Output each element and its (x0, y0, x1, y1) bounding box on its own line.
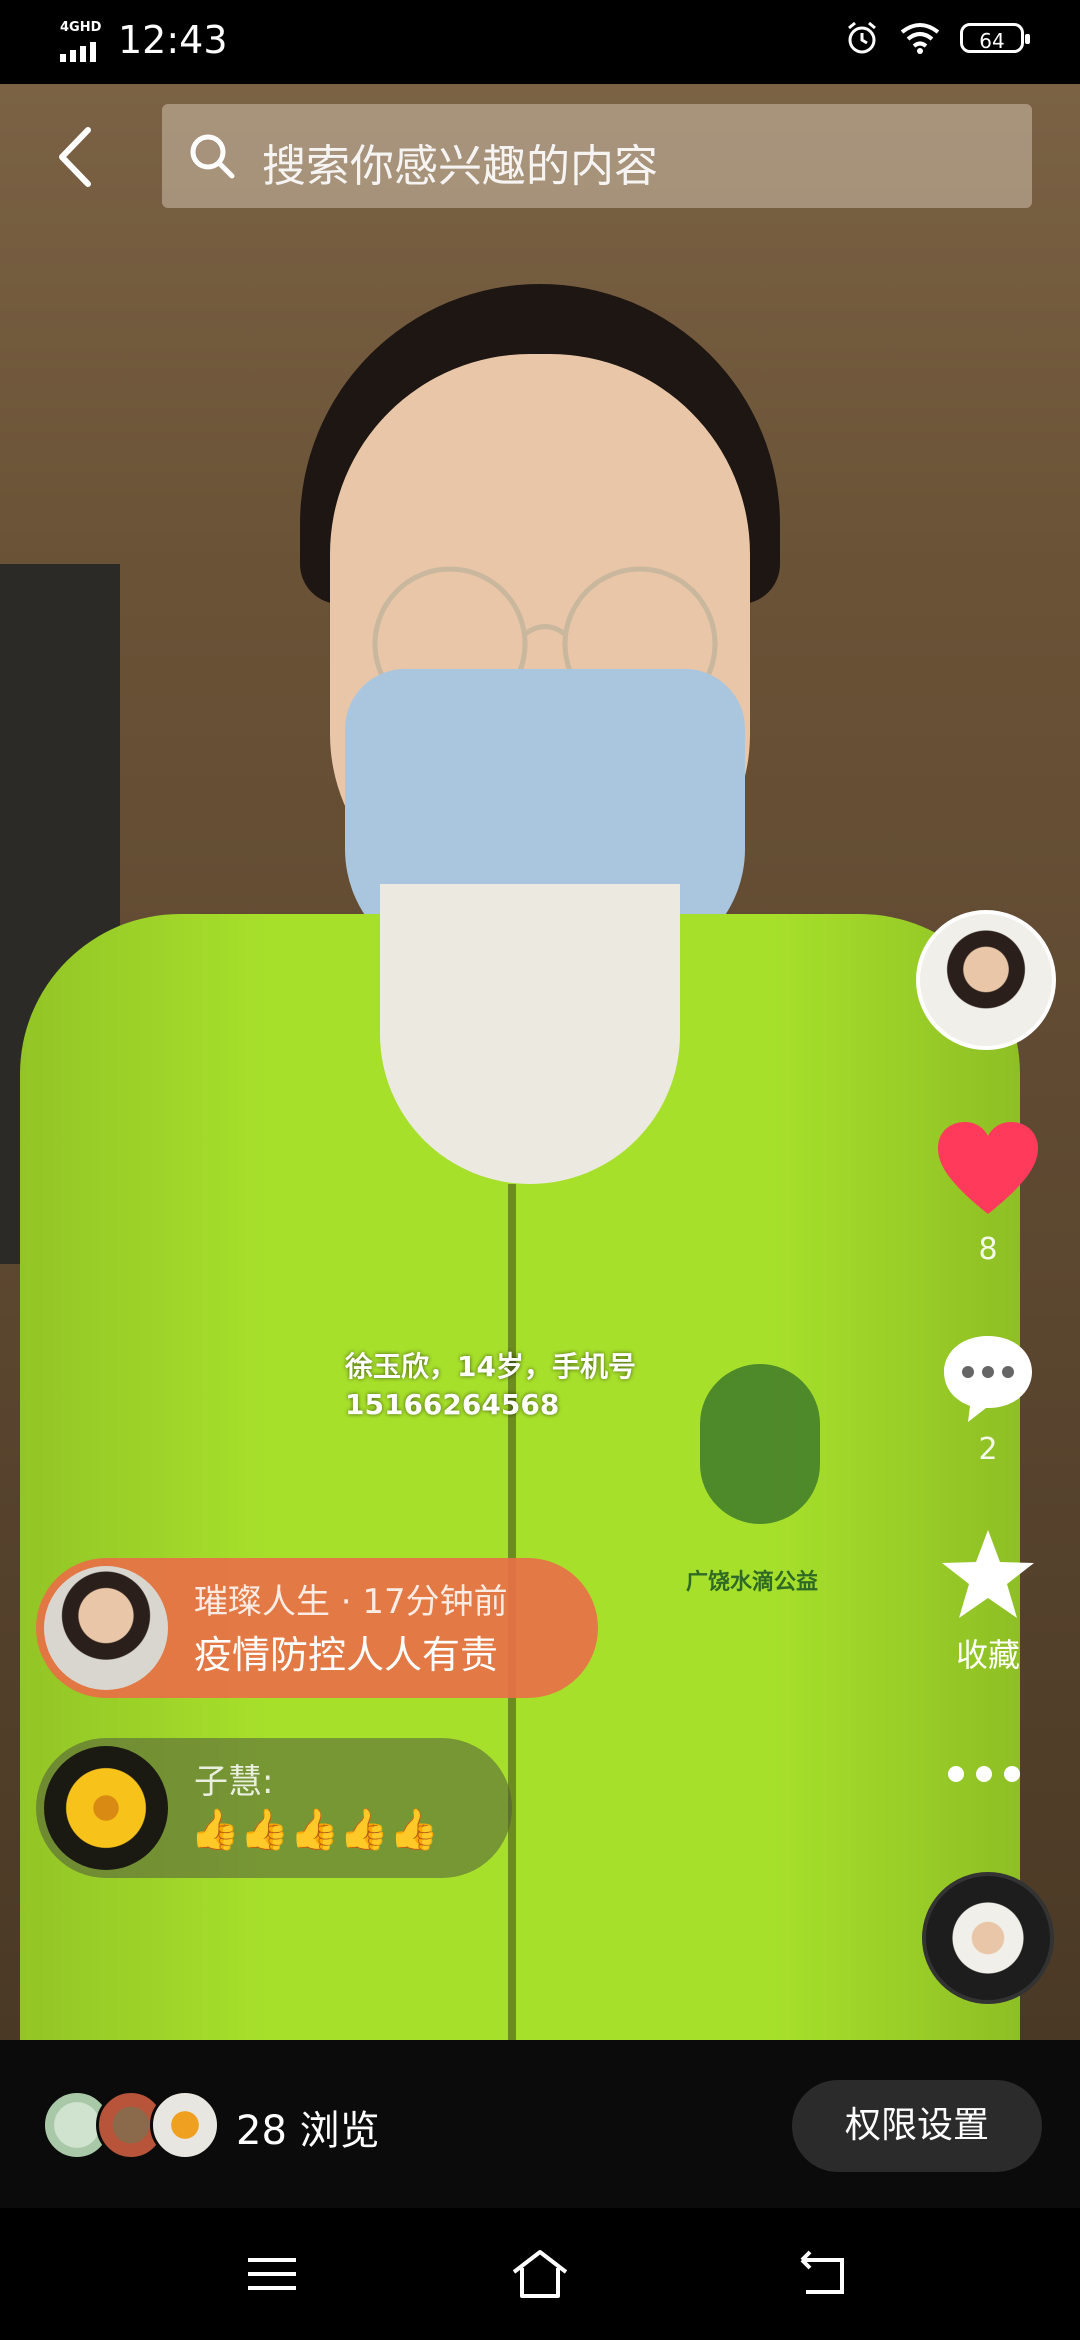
music-disc-icon[interactable] (922, 1872, 1054, 2004)
clock: 12:43 (118, 18, 228, 62)
comment-text: 👍👍👍👍👍 (190, 1807, 440, 1853)
favorite-label: 收藏 (955, 1636, 1020, 1674)
comment-text: 疫情防控人人有责 (194, 1633, 499, 1677)
caption-line-1: 徐玉欣，14岁，手机号 (345, 1350, 636, 1383)
status-bar: 4GHD 12:43 64 (0, 0, 1080, 84)
wifi-icon (900, 23, 940, 54)
battery-indicator: 64 (960, 23, 1030, 53)
comment-icon[interactable] (940, 1330, 1036, 1426)
back-button[interactable] (50, 122, 100, 192)
alarm-icon (848, 21, 876, 54)
permission-settings-button[interactable]: 权限设置 (792, 2080, 1042, 2172)
view-count: 28 浏览 (236, 2108, 380, 2154)
comment-bubble[interactable]: 璀璨人生 · 17分钟前 疫情防控人人有责 (36, 1558, 598, 1698)
video-caption: 徐玉欣，14岁，手机号 15166264568 (345, 1348, 636, 1424)
comment-bubble[interactable]: 子慧: 👍👍👍👍👍 (36, 1738, 512, 1878)
comment-count: 2 (978, 1432, 998, 1467)
signal-icon: 4GHD (58, 20, 106, 62)
comment-user: 子慧: (194, 1762, 274, 1802)
search-placeholder: 搜索你感兴趣的内容 (262, 141, 658, 192)
favorite-icon[interactable] (940, 1528, 1036, 1620)
comment-user: 璀璨人生 · 17分钟前 (194, 1582, 508, 1622)
charity-logo (700, 1364, 820, 1524)
network-type: 4GHD (60, 20, 102, 35)
menu-icon[interactable] (242, 2246, 302, 2302)
like-count: 8 (978, 1232, 998, 1267)
more-options-icon[interactable] (948, 1766, 1020, 1782)
navigation-bar (0, 2208, 1080, 2340)
search-bar[interactable]: 搜索你感兴趣的内容 (162, 104, 1032, 208)
search-icon (190, 134, 235, 179)
back-nav-icon[interactable] (792, 2246, 852, 2302)
viewer-avatar[interactable] (150, 2090, 220, 2160)
bottom-bar: 28 浏览 权限设置 (0, 2040, 1080, 2208)
avatar[interactable] (44, 1746, 168, 1870)
caption-line-2: 15166264568 (345, 1388, 560, 1421)
avatar[interactable] (44, 1566, 168, 1690)
home-icon[interactable] (510, 2246, 570, 2302)
author-avatar[interactable] (916, 910, 1056, 1050)
like-icon[interactable] (938, 1122, 1038, 1218)
charity-logo-text: 广饶水滴公益 (686, 1570, 819, 1595)
